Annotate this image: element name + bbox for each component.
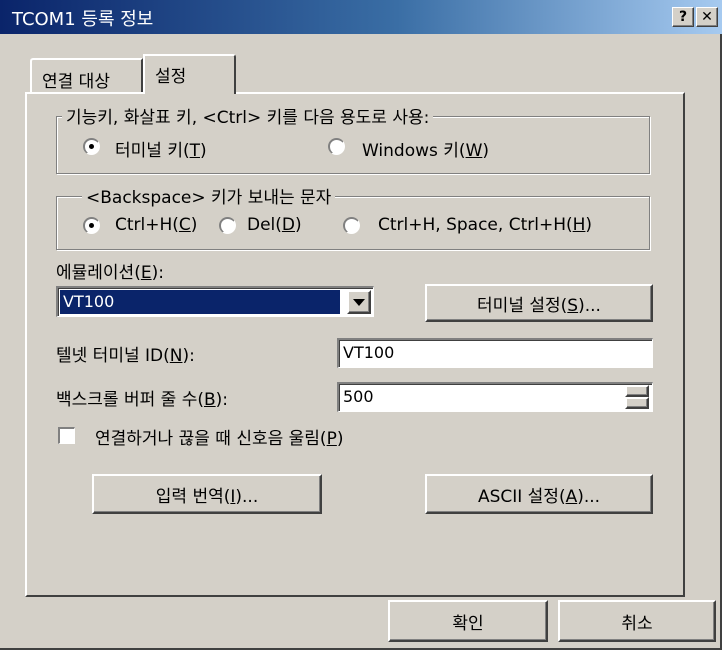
ctrl-h-space-label[interactable]: Ctrl+H, Space, Ctrl+H(H) [378, 215, 592, 235]
ctrl-h-radio[interactable] [83, 217, 100, 234]
help-icon: ? [678, 9, 688, 25]
windows-keys-radio[interactable] [328, 138, 345, 155]
ctrl-h-space-radio[interactable] [343, 217, 360, 234]
windows-keys-label[interactable]: Windows 키(W) [362, 136, 489, 161]
spin-up-button[interactable] [625, 385, 649, 397]
chevron-down-icon [353, 299, 365, 306]
emulation-selected-value: VT100 [60, 290, 340, 314]
cancel-button[interactable]: 취소 [558, 600, 716, 642]
help-button[interactable]: ? [672, 7, 694, 27]
backspace-legend: <Backspace> 키가 보내는 문자 [82, 183, 336, 208]
title-bar[interactable]: TCOM1 등록 정보 ? ✕ [0, 0, 722, 34]
beep-label[interactable]: 연결하거나 끊을 때 신호음 울림(P) [95, 424, 343, 449]
telnet-id-input[interactable]: VT100 [337, 338, 653, 368]
function-keys-legend: 기능키, 화살표 키, <Ctrl> 키를 다음 용도로 사용: [62, 103, 434, 128]
ascii-settings-button[interactable]: ASCII 설정(A)... [425, 474, 653, 514]
del-label[interactable]: Del(D) [247, 215, 302, 235]
tab-connection-label: 연결 대상 [42, 72, 110, 92]
scrollback-value: 500 [343, 387, 374, 406]
close-button[interactable]: ✕ [696, 7, 718, 27]
ctrl-h-label[interactable]: Ctrl+H(C) [115, 215, 197, 235]
emulation-dropdown-button[interactable] [347, 290, 371, 314]
scrollback-input[interactable]: 500 [337, 382, 653, 412]
input-translation-button[interactable]: 입력 번역(I)... [92, 474, 322, 514]
ok-button[interactable]: 확인 [388, 600, 548, 642]
tab-connection[interactable]: 연결 대상 [30, 58, 143, 92]
terminal-keys-label[interactable]: 터미널 키(T) [115, 136, 207, 161]
tab-settings[interactable]: 설정 [143, 54, 236, 94]
beep-checkbox[interactable] [58, 427, 75, 444]
spin-down-button[interactable] [625, 397, 649, 409]
terminal-settings-button[interactable]: 터미널 설정(S)... [425, 284, 653, 322]
window-title: TCOM1 등록 정보 [12, 9, 154, 30]
del-radio[interactable] [219, 217, 236, 234]
emulation-label: 에뮬레이션(E): [56, 263, 164, 283]
emulation-select[interactable]: VT100 [56, 286, 374, 317]
tab-settings-label: 설정 [155, 67, 187, 87]
properties-dialog: TCOM1 등록 정보 ? ✕ 연결 대상 설정 기능키, 화살표 키, <Ct… [0, 0, 722, 650]
terminal-keys-radio[interactable] [83, 138, 100, 155]
telnet-id-label: 텔넷 터미널 ID(N): [56, 346, 195, 366]
scrollback-label: 백스크롤 버퍼 줄 수(B): [56, 390, 229, 410]
close-icon: ✕ [701, 9, 713, 25]
